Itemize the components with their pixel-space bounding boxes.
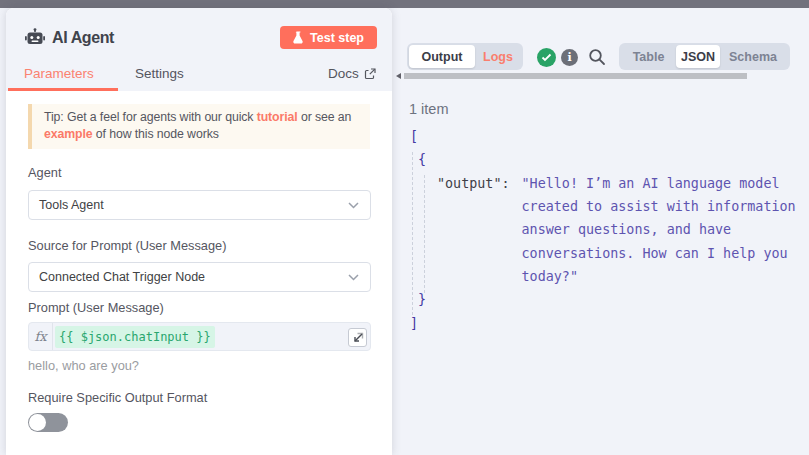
tab-json[interactable]: JSON: [676, 45, 720, 68]
chevron-down-icon: [348, 274, 359, 281]
scrollbar-left-arrow[interactable]: [396, 73, 401, 79]
node-settings-panel: AI Agent Test step Parameters Settings D…: [6, 8, 392, 455]
fx-badge: fx: [29, 323, 53, 350]
tab-logs[interactable]: Logs: [475, 45, 521, 68]
expand-expression-button[interactable]: [348, 328, 367, 347]
canvas-top-strip: [0, 0, 809, 8]
docs-link[interactable]: Docs: [328, 66, 376, 81]
active-tab-underline: [8, 88, 118, 91]
expand-icon: [352, 332, 364, 344]
source-select[interactable]: Connected Chat Trigger Node: [28, 262, 371, 292]
tab-schema[interactable]: Schema: [720, 45, 786, 68]
json-output-view: [ { "output": "Hello! I’m an AI language…: [410, 125, 796, 335]
tab-table[interactable]: Table: [621, 45, 676, 68]
agent-select[interactable]: Tools Agent: [28, 190, 371, 220]
test-step-button[interactable]: Test step: [280, 26, 377, 49]
json-key-output: "output":: [437, 172, 510, 289]
view-tabs: Table JSON Schema: [619, 43, 790, 70]
require-output-label: Require Specific Output Format: [28, 390, 207, 405]
items-count: 1 item: [409, 101, 449, 117]
expression-value: {{ $json.chatInput }}: [55, 326, 215, 348]
tip-callout: Tip: Get a feel for agents with our quic…: [28, 104, 370, 149]
external-link-icon: [364, 68, 376, 80]
agent-label: Agent: [28, 165, 61, 180]
robot-icon: [25, 28, 45, 48]
require-output-toggle[interactable]: [28, 413, 68, 432]
flask-icon: [293, 31, 304, 44]
node-title: AI Agent: [52, 29, 114, 47]
tab-parameters[interactable]: Parameters: [24, 66, 94, 81]
tab-output[interactable]: Output: [409, 45, 475, 68]
chevron-down-icon: [348, 202, 359, 209]
json-open-bracket: [: [410, 125, 796, 148]
horizontal-scrollbar[interactable]: [404, 73, 747, 79]
json-open-brace: {: [410, 148, 796, 171]
toggle-knob: [29, 414, 46, 431]
json-close-bracket: ]: [410, 312, 796, 335]
info-icon[interactable]: i: [561, 49, 578, 66]
tutorial-link[interactable]: tutorial: [257, 110, 298, 124]
json-close-brace: }: [410, 288, 796, 311]
prompt-expression-field[interactable]: fx {{ $json.chatInput }}: [28, 322, 371, 351]
source-label: Source for Prompt (User Message): [28, 238, 226, 253]
success-check-icon: [537, 48, 556, 67]
example-link[interactable]: example: [44, 127, 93, 141]
search-icon[interactable]: [588, 48, 606, 66]
json-value-output: "Hello! I’m an AI language model created…: [522, 172, 796, 289]
node-panel-header: AI Agent Test step Parameters Settings D…: [6, 8, 392, 91]
tab-settings[interactable]: Settings: [135, 66, 184, 81]
prompt-hint: hello, who are you?: [28, 358, 139, 373]
prompt-label: Prompt (User Message): [28, 300, 164, 315]
run-tabs: Output Logs: [407, 43, 523, 70]
